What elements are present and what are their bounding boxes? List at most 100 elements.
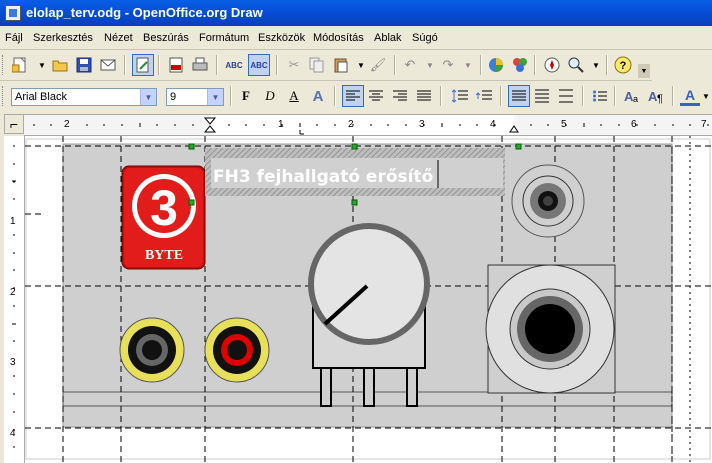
- align-right-icon[interactable]: [390, 86, 410, 106]
- font-size-value: 9: [170, 91, 177, 103]
- toolbar-separator: [614, 86, 616, 106]
- align-center-icon[interactable]: [366, 86, 386, 106]
- svg-text:¶: ¶: [657, 93, 663, 104]
- toolbar-separator: [534, 55, 536, 75]
- new-dropdown-arrow-icon[interactable]: ▼: [32, 55, 52, 75]
- toolbar-separator: [124, 55, 126, 75]
- toolbar-separator: [216, 55, 218, 75]
- save-icon[interactable]: [74, 55, 94, 75]
- window-title: elolap_terv.odg - OpenOffice.org Draw: [26, 5, 263, 20]
- italic-button[interactable]: D: [260, 86, 280, 106]
- navigator-icon[interactable]: [542, 55, 562, 75]
- menu-file[interactable]: Fájl: [5, 32, 23, 44]
- bullets-icon[interactable]: [590, 86, 610, 106]
- line-spacing-15-icon[interactable]: [532, 86, 552, 106]
- menu-help[interactable]: Súgó: [412, 32, 438, 44]
- font-color-button[interactable]: A: [680, 86, 700, 106]
- align-left-icon[interactable]: [342, 85, 364, 107]
- email-icon[interactable]: [98, 55, 118, 75]
- draw-app-icon[interactable]: [5, 5, 21, 21]
- toolbar-separator: [440, 86, 442, 106]
- paste-icon[interactable]: [331, 55, 351, 75]
- toolbar-separator: [334, 86, 336, 106]
- toolbar-separator: [394, 55, 396, 75]
- toolbar-separator: [480, 55, 482, 75]
- menu-modify[interactable]: Módosítás: [313, 32, 364, 44]
- font-color-dropdown-arrow-icon[interactable]: ▼: [700, 86, 712, 106]
- edit-file-icon[interactable]: [132, 54, 154, 76]
- ruler-number: 7: [701, 119, 707, 130]
- menu-view[interactable]: Nézet: [104, 32, 133, 44]
- toolbar-separator: [158, 55, 160, 75]
- font-size-combobox[interactable]: 9 ▼: [166, 88, 224, 106]
- font-name-combobox[interactable]: Arial Black ▼: [11, 88, 157, 106]
- ruler-number: 1: [278, 119, 284, 130]
- underline-button[interactable]: A: [284, 86, 304, 106]
- autospellcheck-icon[interactable]: ABC: [248, 54, 270, 76]
- drawing-canvas[interactable]: 3 BYTE FH3 fejhallgató erősítő: [25, 136, 712, 463]
- menu-window[interactable]: Ablak: [374, 32, 402, 44]
- logo-byte-text: BYTE: [145, 248, 183, 263]
- line-spacing-double-icon[interactable]: [556, 86, 576, 106]
- menu-format[interactable]: Formátum: [199, 32, 249, 44]
- chevron-down-icon[interactable]: ▼: [207, 89, 223, 105]
- justify-icon[interactable]: [414, 86, 434, 106]
- font-name-value: Arial Black: [15, 91, 67, 103]
- chart-icon[interactable]: [486, 55, 506, 75]
- small-jack-socket: [511, 164, 585, 238]
- paragraph-spacing-icon[interactable]: [474, 86, 494, 106]
- ruler-number: 2: [64, 119, 70, 130]
- line-spacing-single-icon[interactable]: [508, 85, 530, 107]
- vertical-ruler[interactable]: 1 2 3 4: [4, 136, 25, 463]
- potentiometer-shape: [308, 223, 430, 407]
- text-formatting-toolbar: Arial Black ▼ 9 ▼ F D A A Aa A ¶ A ▼: [0, 82, 712, 110]
- ruler-number: 3: [10, 357, 16, 368]
- help-icon[interactable]: ?: [613, 55, 633, 75]
- print-icon[interactable]: [190, 55, 210, 75]
- toolbar-separator: [582, 86, 584, 106]
- drawing-page[interactable]: 3 BYTE FH3 fejhallgató erősítő: [25, 136, 712, 463]
- toolbar-separator: [672, 86, 674, 106]
- toolbar-overflow-icon[interactable]: ▼: [638, 64, 650, 78]
- shadow-button[interactable]: A: [308, 86, 328, 106]
- clone-formatting-icon[interactable]: 🖌: [368, 55, 388, 75]
- spellcheck-icon[interactable]: ABC: [224, 55, 244, 75]
- line-spacing-icon[interactable]: [450, 86, 470, 106]
- bold-button[interactable]: F: [236, 86, 256, 106]
- undo-icon[interactable]: ↶: [400, 55, 420, 75]
- copy-icon[interactable]: [307, 55, 327, 75]
- open-folder-icon[interactable]: [50, 55, 70, 75]
- zoom-icon[interactable]: [566, 55, 586, 75]
- title-bar: elolap_terv.odg - OpenOffice.org Draw: [0, 0, 712, 26]
- logo-number-text: 3: [150, 180, 178, 236]
- menu-insert[interactable]: Beszúrás: [143, 32, 189, 44]
- paragraph-format-icon[interactable]: A ¶: [646, 86, 666, 106]
- ruler-number: 5: [561, 119, 567, 130]
- gallery-icon[interactable]: [510, 55, 530, 75]
- ruler-number: 4: [10, 428, 16, 439]
- export-pdf-icon[interactable]: [166, 55, 186, 75]
- ruler-tab-selector[interactable]: ⌐: [4, 114, 24, 134]
- toolbar-separator: [606, 55, 608, 75]
- character-format-icon[interactable]: Aa: [622, 86, 642, 106]
- heading-text[interactable]: FH3 fejhallgató erősítő: [213, 167, 433, 187]
- horizontal-ruler[interactable]: 2 1 2 3 4 5 6 7: [24, 114, 712, 136]
- ruler-number: 1: [10, 216, 16, 227]
- menu-edit[interactable]: Szerkesztés: [33, 32, 93, 44]
- toolbar-separator: [230, 86, 232, 106]
- zoom-dropdown-arrow-icon[interactable]: ▼: [586, 55, 606, 75]
- toolbar-grip[interactable]: [2, 55, 6, 75]
- toolbar-separator: [276, 55, 278, 75]
- menu-bar: Fájl Szerkesztés Nézet Beszúrás Formátum…: [0, 27, 712, 50]
- cut-icon[interactable]: ✂: [284, 55, 304, 75]
- undo-dropdown-arrow-icon[interactable]: ▼: [420, 55, 440, 75]
- redo-icon[interactable]: ↷: [438, 55, 458, 75]
- toolbar-grip[interactable]: [2, 86, 6, 106]
- chevron-down-icon[interactable]: ▼: [140, 89, 156, 105]
- redo-dropdown-arrow-icon[interactable]: ▼: [458, 55, 478, 75]
- ruler-number: 3: [419, 119, 425, 130]
- new-document-icon[interactable]: [10, 55, 30, 75]
- ruler-number: 2: [348, 119, 354, 130]
- ruler-number: 2: [10, 287, 16, 298]
- menu-tools[interactable]: Eszközök: [258, 32, 305, 44]
